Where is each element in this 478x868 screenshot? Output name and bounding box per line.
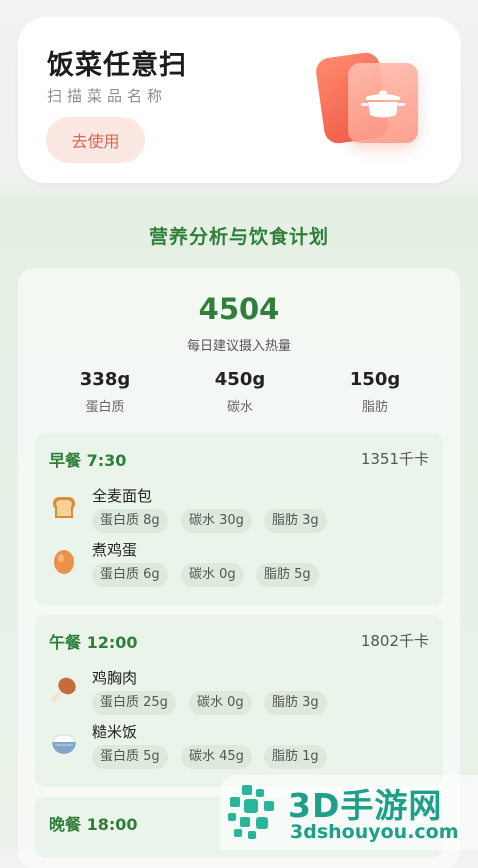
scan-subtitle: 扫描菜品名称 — [47, 87, 168, 105]
meal-card-lunch[interactable]: 午餐 12:00 1802千卡 鸡胸肉 蛋白质 25g 碳水 0g 脂肪 3g … — [35, 615, 443, 787]
meal-title: 晚餐 18:00 — [49, 815, 138, 834]
food-name: 鸡胸肉 — [92, 669, 138, 687]
tag-protein: 蛋白质 25g — [92, 691, 176, 715]
daily-kcal-value: 4504 — [198, 292, 280, 326]
watermark: 3D手游网 3dshouyou.com — [220, 775, 478, 850]
section-title: 营养分析与饮食计划 — [148, 226, 329, 248]
chicken-leg-icon — [49, 674, 79, 704]
food-name: 全麦面包 — [92, 487, 153, 505]
tag-fat: 脂肪 5g — [256, 563, 319, 587]
meal-kcal: 1802千卡 — [360, 632, 429, 650]
tag-protein: 蛋白质 8g — [92, 509, 168, 533]
watermark-logo-icon — [228, 785, 274, 839]
tag-fat: 脂肪 3g — [264, 509, 327, 533]
macro-value: 150g — [349, 369, 401, 390]
macro-fat: 150g 脂肪 — [320, 368, 430, 415]
bread-icon — [49, 492, 79, 522]
macro-protein: 338g 蛋白质 — [50, 368, 160, 415]
tag-carbs: 碳水 0g — [181, 563, 244, 587]
daily-kcal-label: 每日建议摄入热量 — [186, 339, 291, 354]
meal-title: 早餐 7:30 — [49, 451, 127, 470]
egg-icon — [49, 546, 79, 576]
meal-card-breakfast[interactable]: 早餐 7:30 1351千卡 全麦面包 蛋白质 8g 碳水 30g 脂肪 3g … — [35, 433, 443, 605]
food-name: 煮鸡蛋 — [92, 541, 138, 559]
scan-title: 饭菜任意扫 — [47, 50, 187, 81]
watermark-title: 3D手游网 — [288, 786, 443, 825]
use-button[interactable]: 去使用 — [46, 117, 145, 163]
tag-protein: 蛋白质 5g — [92, 745, 168, 769]
rice-bowl-icon — [49, 728, 79, 758]
scan-card[interactable]: 饭菜任意扫 扫描菜品名称 去使用 — [18, 17, 461, 183]
tag-fat: 脂肪 3g — [264, 691, 327, 715]
macro-carbs: 450g 碳水 — [185, 368, 295, 415]
cooking-pot-icon — [314, 50, 423, 151]
tag-carbs: 碳水 30g — [181, 509, 252, 533]
food-name: 糙米饭 — [92, 723, 138, 741]
meal-title: 午餐 12:00 — [49, 633, 138, 652]
macro-value: 338g — [79, 369, 131, 390]
macro-label: 蛋白质 — [85, 400, 125, 415]
macro-label: 碳水 — [226, 400, 253, 415]
tag-fat: 脂肪 1g — [264, 745, 327, 769]
tag-carbs: 碳水 0g — [189, 691, 252, 715]
macro-value: 450g — [214, 369, 266, 390]
meal-kcal: 1351千卡 — [360, 450, 429, 468]
watermark-url: 3dshouyou.com — [290, 821, 459, 843]
tag-protein: 蛋白质 6g — [92, 563, 168, 587]
macro-label: 脂肪 — [361, 400, 388, 415]
tag-carbs: 碳水 45g — [181, 745, 252, 769]
